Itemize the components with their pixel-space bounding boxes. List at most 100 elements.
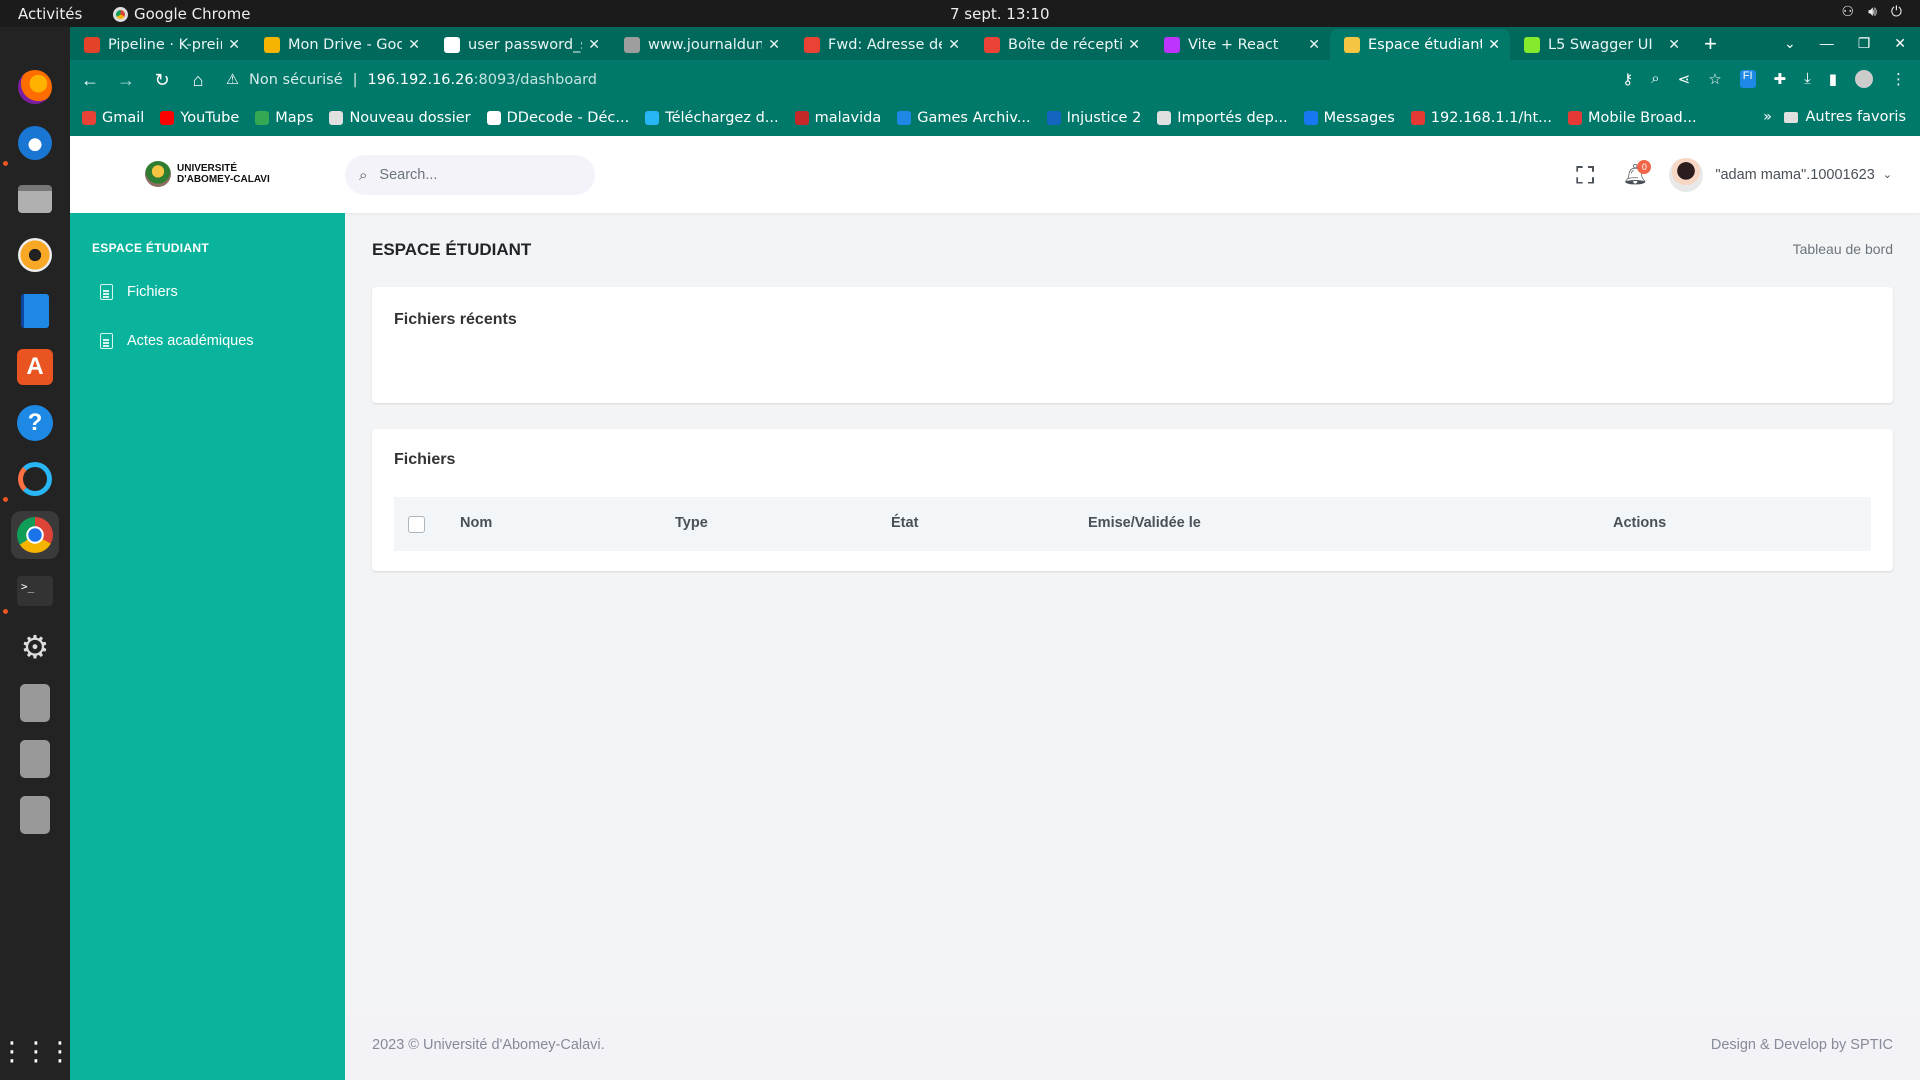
close-tab-icon[interactable]: ✕: [1668, 37, 1680, 53]
bookmark-item[interactable]: Maps: [255, 110, 313, 126]
drive-icon-1[interactable]: [11, 679, 59, 727]
column-header-date[interactable]: Emise/Validée le: [1088, 515, 1201, 531]
column-header-actions[interactable]: Actions: [1613, 515, 1666, 531]
user-menu[interactable]: "adam mama".10001623 ⌄: [1669, 157, 1892, 192]
extensions-icon[interactable]: ✚: [1774, 70, 1787, 88]
star-icon[interactable]: ☆: [1708, 70, 1721, 88]
downloads-icon[interactable]: ⤓: [1804, 70, 1811, 88]
bookmark-item[interactable]: Injustice 2: [1046, 110, 1142, 126]
recent-files-title: Fichiers récents: [394, 311, 517, 328]
tab-7[interactable]: Espace étudiant ✕: [1330, 29, 1510, 60]
app-center-icon[interactable]: A: [11, 343, 59, 391]
browser-toolbar: ← → ↻ ⌂ ⚠ Non sécurisé | 196.192.16.26 :…: [70, 60, 1920, 100]
close-window-button[interactable]: ✕: [1894, 35, 1906, 52]
close-tab-icon[interactable]: ✕: [1308, 37, 1320, 53]
zoom-icon[interactable]: ⌕: [1651, 70, 1659, 88]
thunderbird-icon[interactable]: [11, 119, 59, 167]
globe-icon: [897, 111, 912, 125]
university-logo[interactable]: UNIVERSITÉ D'ABOMEY-CALAVI: [145, 161, 270, 187]
bookmarks-bar: Gmail YouTube Maps Nouveau dossier DDecode -…: [70, 100, 1920, 136]
show-apps-icon[interactable]: ⋮⋮⋮: [0, 1027, 73, 1075]
tab-0[interactable]: Pipeline · K-prein ✕: [70, 29, 250, 60]
bookmark-item[interactable]: 192.168.1.1/ht...: [1410, 110, 1552, 126]
column-header-etat[interactable]: État: [891, 515, 918, 531]
extension-fl-icon[interactable]: FI: [1739, 70, 1756, 88]
tab-1[interactable]: Mon Drive - Goog ✕: [250, 29, 430, 60]
minimize-button[interactable]: —: [1820, 35, 1834, 52]
fullscreen-button[interactable]: [1561, 151, 1609, 199]
sidepanel-icon[interactable]: ▮: [1829, 70, 1837, 88]
writer-icon[interactable]: [11, 287, 59, 335]
copyright-text: 2023 © Université d'Abomey-Calavi.: [372, 1037, 605, 1053]
bookmark-item[interactable]: Games Archiv...: [897, 110, 1031, 126]
menu-icon[interactable]: ⋮: [1891, 70, 1906, 88]
select-all-checkbox[interactable]: [408, 516, 425, 533]
terminal-icon[interactable]: >_: [11, 567, 59, 615]
file-icon: [100, 333, 113, 349]
drive-icon-3[interactable]: [11, 791, 59, 839]
close-tab-icon[interactable]: ✕: [1128, 37, 1140, 53]
folder-icon: [329, 111, 344, 125]
tab-3[interactable]: www.journaldun ✕: [610, 29, 790, 60]
share-icon[interactable]: ⋖: [1678, 70, 1691, 88]
tab-4[interactable]: Fwd: Adresse de ✕: [790, 29, 970, 60]
close-tab-icon[interactable]: ✕: [228, 37, 240, 53]
fullscreen-icon: [1576, 165, 1595, 184]
notifications-button[interactable]: 🔔︎ 0: [1611, 151, 1659, 199]
bookmark-item[interactable]: Nouveau dossier: [329, 110, 471, 126]
bookmark-item[interactable]: Téléchargez d...: [645, 110, 779, 126]
column-header-type[interactable]: Type: [675, 515, 708, 531]
rhythmbox-icon[interactable]: [11, 231, 59, 279]
home-icon[interactable]: ⌂: [182, 70, 214, 91]
security-label: Non sécurisé: [249, 72, 343, 88]
url-host: 196.192.16.26: [367, 72, 474, 88]
activities-button[interactable]: Activités: [18, 5, 82, 23]
page-title: ESPACE ÉTUDIANT: [372, 240, 532, 259]
search-input[interactable]: [379, 167, 560, 183]
bookmark-label: Injustice 2: [1066, 110, 1142, 126]
bookmark-item[interactable]: Mobile Broad...: [1568, 110, 1697, 126]
uac-icon: [1344, 36, 1360, 53]
breadcrumb[interactable]: Tableau de bord: [1793, 241, 1893, 257]
other-bookmarks[interactable]: Autres favoris: [1784, 109, 1906, 125]
forward-icon[interactable]: →: [110, 70, 142, 91]
tab-8[interactable]: L5 Swagger UI ✕: [1510, 29, 1690, 60]
logo-line-1: UNIVERSITÉ: [177, 163, 238, 174]
tab-search-icon[interactable]: ⌄: [1784, 35, 1796, 52]
sidebar-item-fichiers[interactable]: Fichiers: [100, 284, 178, 300]
maximize-button[interactable]: ❐: [1858, 35, 1871, 52]
close-tab-icon[interactable]: ✕: [408, 37, 420, 53]
bookmark-item[interactable]: Gmail: [82, 110, 144, 126]
firefox-icon[interactable]: [11, 63, 59, 111]
bookmark-item[interactable]: DDecode - Déc...: [486, 110, 629, 126]
back-icon[interactable]: ←: [74, 70, 106, 91]
key-icon[interactable]: ⚷: [1622, 70, 1633, 88]
profile-avatar-icon[interactable]: [1855, 70, 1873, 88]
sync-app-icon[interactable]: [11, 455, 59, 503]
tab-2[interactable]: user password_s ✕: [430, 29, 610, 60]
bookmark-item[interactable]: Importés dep...: [1157, 110, 1288, 126]
bookmark-item[interactable]: malavida: [794, 110, 881, 126]
files-icon[interactable]: [11, 175, 59, 223]
address-bar[interactable]: ⚠ Non sécurisé | 196.192.16.26 :8093/das…: [214, 65, 1614, 95]
sidebar-item-actes-academiques[interactable]: Actes académiques: [100, 333, 254, 349]
close-tab-icon[interactable]: ✕: [948, 37, 960, 53]
new-tab-button[interactable]: +: [1690, 31, 1731, 57]
app-menu[interactable]: Google Chrome: [113, 5, 251, 23]
help-icon[interactable]: ?: [11, 399, 59, 447]
tab-5[interactable]: Boîte de réceptio ✕: [970, 29, 1150, 60]
system-tray[interactable]: ⚇ 🔊︎ ⏻: [1842, 4, 1902, 20]
reload-icon[interactable]: ↻: [146, 70, 178, 91]
drive-icon-2[interactable]: [11, 735, 59, 783]
close-tab-icon[interactable]: ✕: [588, 37, 600, 53]
clock[interactable]: 7 sept. 13:10: [950, 5, 1050, 23]
chrome-dock-icon[interactable]: [11, 511, 59, 559]
column-header-nom[interactable]: Nom: [460, 515, 492, 531]
close-tab-icon[interactable]: ✕: [768, 37, 780, 53]
bookmarks-more-button[interactable]: »: [1763, 109, 1772, 125]
settings-icon[interactable]: ⚙: [11, 623, 59, 671]
tab-6[interactable]: Vite + React ✕: [1150, 29, 1330, 60]
bookmark-item[interactable]: YouTube: [160, 110, 239, 126]
bookmark-item[interactable]: Messages: [1303, 110, 1395, 126]
close-tab-icon[interactable]: ✕: [1488, 37, 1500, 53]
